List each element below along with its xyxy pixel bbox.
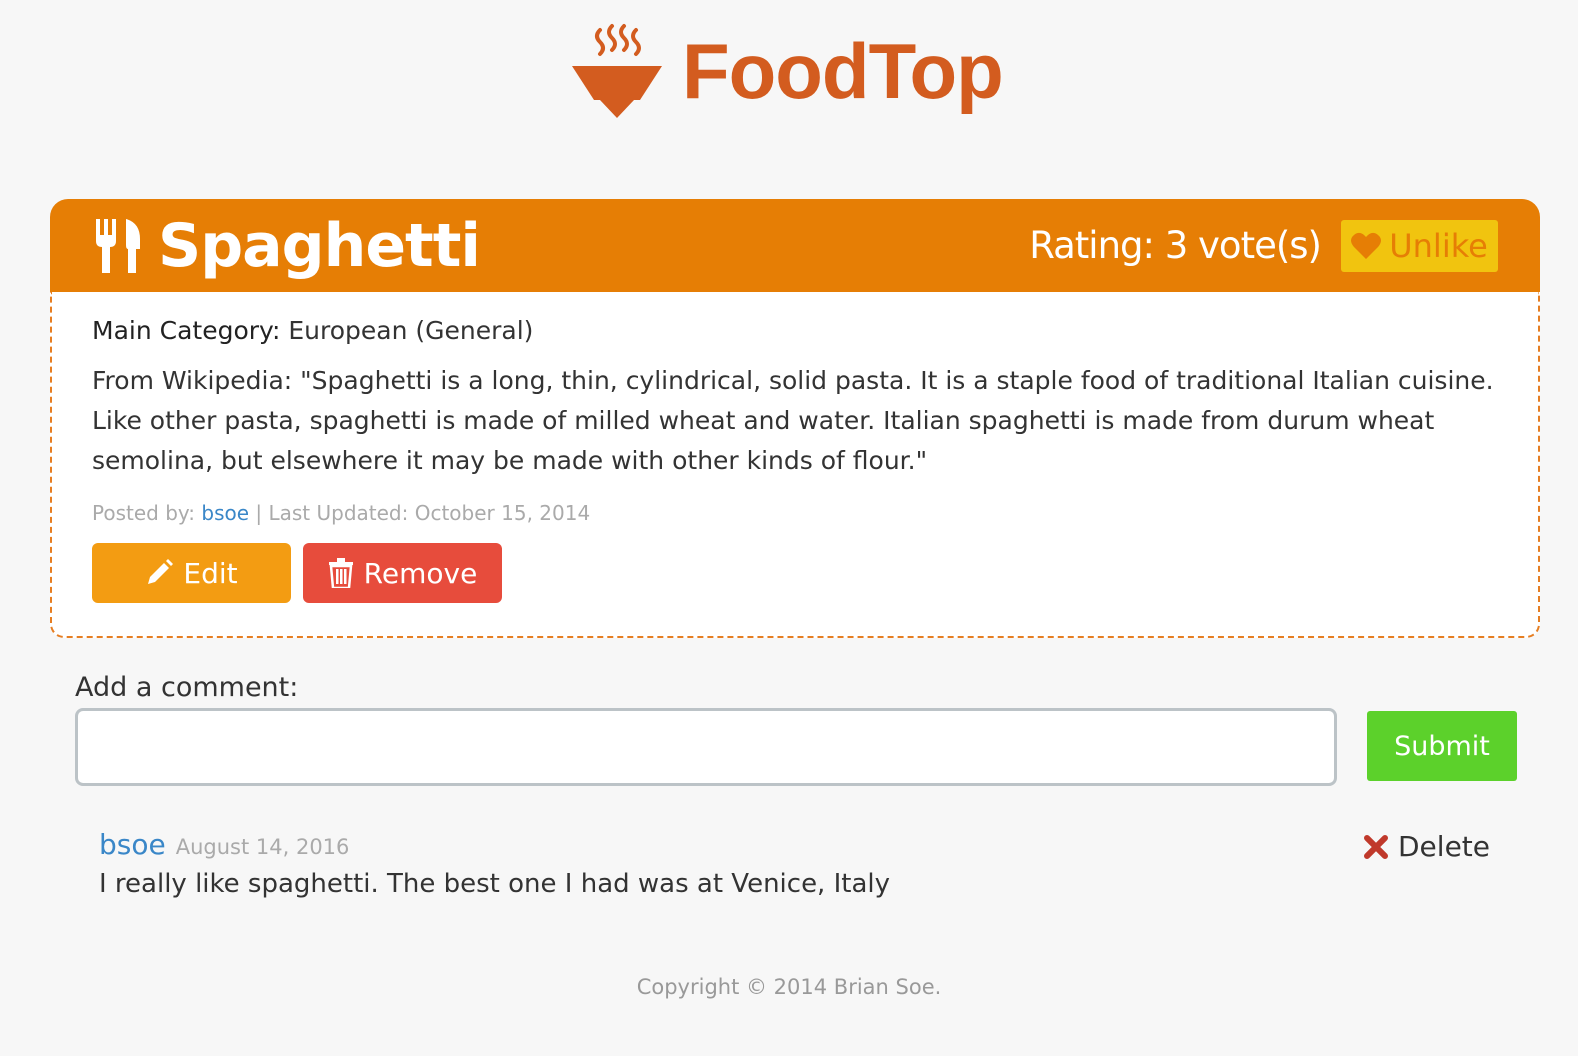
delete-comment-button[interactable]: Delete bbox=[1364, 830, 1490, 863]
category-value: European (General) bbox=[280, 316, 534, 345]
trash-icon bbox=[328, 558, 353, 588]
add-comment-label: Add a comment: bbox=[75, 672, 299, 703]
posted-by-label: Posted by: bbox=[92, 501, 202, 525]
close-icon bbox=[1364, 834, 1388, 859]
pencil-icon bbox=[148, 559, 174, 584]
submit-comment-button[interactable]: Submit bbox=[1367, 711, 1517, 781]
food-card-header: Spaghetti Rating: 3 vote(s) Unlike bbox=[50, 199, 1540, 292]
last-updated: | Last Updated: October 15, 2014 bbox=[249, 501, 591, 525]
post-meta: Posted by: bsoe | Last Updated: October … bbox=[92, 501, 1498, 525]
comment-text: I really like spaghetti. The best one I … bbox=[99, 869, 890, 899]
category-label: Main Category: bbox=[92, 316, 281, 345]
rating-text: Rating: 3 vote(s) bbox=[1029, 224, 1322, 267]
site-logo[interactable]: FoodTop bbox=[570, 22, 1004, 120]
food-actions: Edit Remove bbox=[92, 543, 1498, 603]
unlike-button[interactable]: Unlike bbox=[1341, 219, 1498, 272]
steaming-bowl-icon bbox=[572, 24, 662, 118]
food-title: Spaghetti bbox=[158, 210, 481, 281]
edit-label: Edit bbox=[183, 556, 238, 590]
edit-button[interactable]: Edit bbox=[92, 543, 291, 603]
food-description: From Wikipedia: "Spaghetti is a long, th… bbox=[92, 366, 1494, 475]
posted-by-user-link[interactable]: bsoe bbox=[201, 501, 249, 525]
fork-knife-icon bbox=[96, 218, 140, 273]
main-category: Main Category: European (General) bbox=[92, 316, 1498, 345]
food-card-body: Main Category: European (General) From W… bbox=[50, 292, 1540, 638]
remove-button[interactable]: Remove bbox=[303, 543, 502, 603]
comment-date: August 14, 2016 bbox=[175, 835, 350, 859]
delete-label: Delete bbox=[1398, 830, 1490, 863]
unlike-label: Unlike bbox=[1389, 226, 1488, 265]
remove-label: Remove bbox=[363, 556, 478, 590]
comment-input[interactable] bbox=[75, 708, 1337, 786]
heart-icon bbox=[1351, 232, 1382, 259]
comment-author-link[interactable]: bsoe bbox=[99, 828, 166, 861]
food-card: Spaghetti Rating: 3 vote(s) Unlike Main … bbox=[50, 199, 1540, 638]
comment-item: bsoe August 14, 2016 I really like spagh… bbox=[99, 828, 1494, 899]
brand-name: FoodTop bbox=[682, 27, 1004, 115]
footer-copyright: Copyright © 2014 Brian Soe. bbox=[636, 975, 942, 999]
